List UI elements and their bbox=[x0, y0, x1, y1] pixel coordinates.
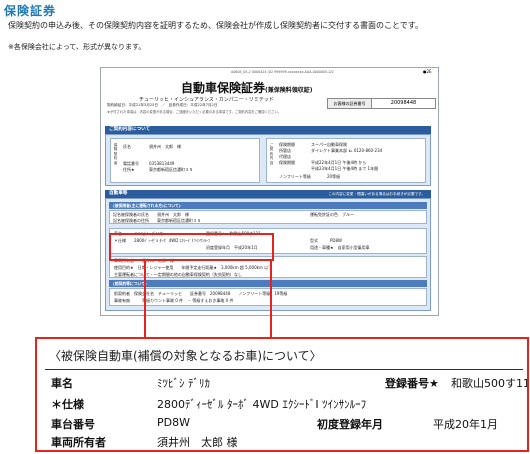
doc-top-code: A0605_05-2 0000424 (02 999999-xxxxxxxx.A… bbox=[231, 70, 334, 74]
license-color: 運転免許証の色 ブルー bbox=[310, 212, 354, 217]
doc-page-badge: ●2E bbox=[423, 69, 432, 74]
intro-text: 保険契約の申込み後、その保険契約内容を証明するため、保険会社が作成し保険契約者に… bbox=[8, 21, 423, 30]
zoom-value-car-name: ﾐﾂﾋﾞｼ ﾃﾞﾘｶ bbox=[157, 377, 210, 390]
doc-fine-print: ★が付された事項は、内容の変更がある場合、ご連絡をいただく必要のある事項です。ご… bbox=[107, 110, 282, 114]
zoom-divider bbox=[45, 369, 523, 370]
doc-title: 自動車保険証券(兼保険料領収証) bbox=[181, 79, 313, 96]
r-contact-value: ダイレクト事業本部 ℡ 0120-860-234 bbox=[311, 148, 383, 153]
address-value: 東京都新宿区信濃町３５ bbox=[149, 167, 193, 172]
r-ncb-value: 20等級 bbox=[327, 174, 341, 179]
note-text: ※各保険会社によって、形式が異なります。 bbox=[8, 43, 146, 51]
policyholder-box: 保険契約者 氏名 須井州 太郎 様 電話番号 0353813449 住所★ 東京… bbox=[110, 138, 260, 183]
r-ncb-label: ノンフリート等級 bbox=[279, 174, 311, 179]
phone-value: 0353813449 bbox=[149, 161, 175, 166]
zoom-value-first-reg: 平成20年1月 bbox=[433, 418, 498, 431]
policyholder-vlabel: 保険契約者 bbox=[113, 143, 118, 165]
prev-row-1: 前契約者 保険会社名 チューリッヒ 証券番号 20098448 ノンフリート等級… bbox=[114, 291, 288, 296]
customer-number-label: お客様の証券番号 bbox=[328, 99, 372, 108]
mini-model: 型式 PD8W bbox=[310, 238, 342, 243]
zoom-label-car-name: 車名 bbox=[51, 377, 73, 390]
prev-row-2: 事故有無 等級カウント事故 0 件 ・ 等級すえおき事故 0 件 bbox=[114, 298, 234, 303]
zoomed-vehicle-section: 〈被保険自動車(補償の対象となるお車)について〉 車名 ﾐﾂﾋﾞｼ ﾃﾞﾘｶ 登… bbox=[35, 337, 529, 452]
previous-sub-band: (前契約等について) bbox=[109, 280, 427, 287]
contract-panel: 保険契約者 氏名 須井州 太郎 様 電話番号 0353813449 住所★ 東京… bbox=[105, 134, 431, 186]
insured-box: 記名被保険者の氏名 須井州 太郎 様 記名被保険者の住所 東京都新宿区信濃町３５… bbox=[109, 210, 427, 224]
zoom-value-reg: 和歌山500す111 bbox=[451, 377, 529, 390]
car-section-band: 自動車等 この内容に変更・間違いがある場合はお手続きが必要です。 bbox=[105, 190, 431, 198]
doc-title-main: 自動車保険証券 bbox=[181, 81, 266, 95]
page-title: 保険証券 bbox=[4, 4, 57, 18]
r-period-label: 保険期間 bbox=[279, 160, 295, 165]
contract-section-title: ご契約内容について bbox=[109, 127, 151, 132]
zoom-value-spec: 2800ﾃﾞｨｰｾﾞﾙ ﾀｰﾎﾞ 4WD ｴｸｼｰﾄﾞⅠ ﾂｲﾝｻﾝﾙｰﾌ bbox=[157, 398, 367, 411]
name-label: 氏名 bbox=[123, 144, 131, 149]
zoom-label-spec: ＊仕様 bbox=[51, 398, 84, 411]
r-period-value-2: 平成23年4月1日 午後4時 まで 1年間 bbox=[311, 166, 379, 171]
customer-number-box: お客様の証券番号 20098448 bbox=[327, 98, 436, 109]
contract-vlabel: ご契約内容 bbox=[269, 143, 274, 165]
zoom-label-reg: 登録番号★ bbox=[385, 377, 439, 390]
mini-purpose: 用途・車種★ 自家用小型乗用車 bbox=[310, 245, 370, 250]
highlight-box bbox=[109, 233, 274, 261]
previous-box: 前契約者 保険会社名 チューリッヒ 証券番号 20098448 ノンフリート等級… bbox=[109, 288, 427, 306]
doc-title-sub: (兼保険料領収証) bbox=[265, 87, 313, 94]
doc-period-line: 契約締結日：平成21年3月25日 ／ 証券作成日：平成22年7月2日 bbox=[107, 103, 218, 107]
car-section-note: この内容に変更・間違いがある場合はお手続きが必要です。 bbox=[328, 192, 425, 196]
connector-line-right bbox=[270, 261, 272, 337]
contract-section-band: ご契約内容について bbox=[105, 126, 431, 134]
zoom-value-chassis: PD8W bbox=[157, 416, 190, 429]
zoom-label-owner: 車両所有者 bbox=[51, 436, 106, 449]
car-section-title: 自動車等 bbox=[109, 191, 128, 196]
connector-line-left bbox=[144, 261, 146, 337]
contract-details-box: ご契約内容 保険期間 スーパー自動車保険 所管店 ダイレクト事業本部 ℡ 012… bbox=[266, 138, 426, 183]
zoom-label-chassis: 車台番号 bbox=[51, 418, 95, 431]
zoom-heading: 〈被保険自動車(補償の対象となるお車)について〉 bbox=[49, 349, 322, 363]
usage-line: 使用目的★ 日常・レジャー使用 年間予定走行距離★ 3,000km 超 5,00… bbox=[114, 265, 273, 270]
doc-company: チューリッヒ・インシュアランス・カンパニー・リミテッド bbox=[139, 97, 274, 103]
zoom-label-first-reg: 初度登録年月 bbox=[317, 418, 383, 431]
other-line: 主要運転者について・一定期間の他の自動車保険契約（失効契約）なし bbox=[114, 272, 242, 277]
insured-address: 記名被保険者の住所 東京都新宿区信濃町３５ bbox=[113, 218, 201, 223]
name-value: 須井州 太郎 様 bbox=[149, 144, 181, 149]
customer-number-value: 20098448 bbox=[390, 100, 417, 106]
address-label: 住所★ bbox=[123, 167, 135, 172]
zoom-value-owner: 須井州 太郎 様 bbox=[157, 436, 238, 449]
insured-sub-band: (被保険者(主に運転される方)について) bbox=[109, 202, 427, 209]
